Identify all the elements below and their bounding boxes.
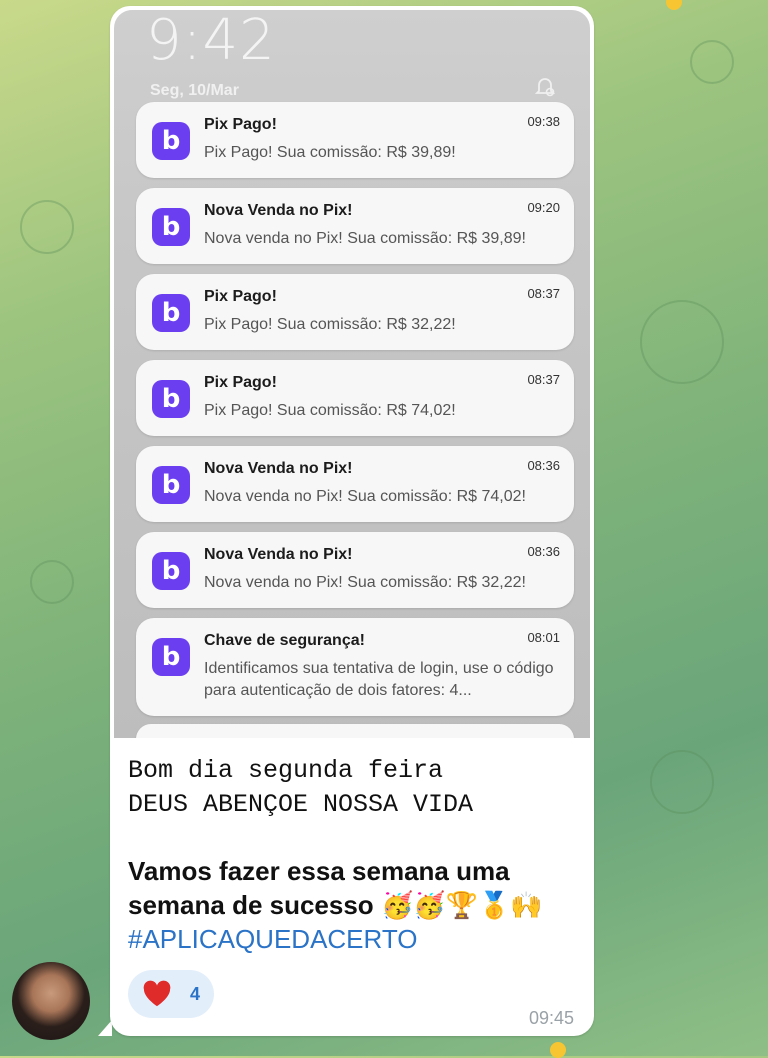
notification-title: Nova Venda no Pix! [204, 546, 353, 563]
app-logo-letter: b [161, 642, 181, 672]
lockscreen-date: Seg, 10/Mar [150, 82, 239, 99]
background-doodle [690, 40, 734, 84]
app-logo-letter: b [161, 384, 181, 414]
notification-title: Chave de segurança! [204, 632, 365, 649]
screenshot-image[interactable]: 9:42 Seg, 10/Mar b Pix Pago! 09:38 Pix Pago… [114, 10, 590, 738]
notification-time: 09:20 [527, 200, 560, 215]
heart-icon [143, 980, 171, 1007]
notification-body: Pix Pago! Sua comissão: R$ 39,89! [204, 144, 456, 161]
notification-card[interactable]: b Nova Venda no Pix! 09:20 Nova venda no Pi… [136, 188, 574, 264]
reaction-count: 4 [190, 984, 201, 1004]
hashtag-link[interactable]: #APLICAQUEDACERTO [128, 924, 417, 955]
app-logo-letter: b [161, 556, 181, 586]
notification-body: Identificamos sua tentativa de login, us… [204, 660, 554, 699]
background-doodle [30, 560, 74, 604]
notification-time: 08:36 [527, 544, 560, 559]
message-text-bold: Vamos fazer essa semana uma semana de su… [128, 854, 588, 923]
lockscreen-clock: 9:42 [146, 10, 276, 73]
notification-body: Pix Pago! Sua comissão: R$ 74,02! [204, 402, 456, 419]
background-doodle [20, 200, 74, 254]
notification-card[interactable]: b Pix Pago! 09:38 Pix Pago! Sua comissão: R… [136, 102, 574, 178]
notification-title: Pix Pago! [204, 288, 277, 305]
notification-card[interactable]: b Pix Pago! 08:37 Pix Pago! Sua comissão: R… [136, 274, 574, 350]
notification-time: 08:37 [527, 372, 560, 387]
app-logo-letter: b [161, 298, 181, 328]
notification-time: 08:37 [527, 286, 560, 301]
notification-card[interactable]: b Chave de segurança! 08:01 Identificamos s… [136, 618, 574, 716]
app-logo-icon: b [152, 552, 190, 590]
notification-title: Nova Venda no Pix! [204, 202, 353, 219]
notification-card[interactable]: b Nova Venda no Pix! 08:36 Nova venda no Pi… [136, 532, 574, 608]
app-logo-letter: b [161, 470, 181, 500]
notification-settings-icon [534, 76, 556, 98]
app-logo-letter: b [161, 126, 181, 156]
app-logo-icon: b [152, 380, 190, 418]
decoration-dot [666, 0, 682, 10]
notification-body: Pix Pago! Sua comissão: R$ 32,22! [204, 316, 456, 333]
message-text-mono: Bom dia segunda feira DEUS ABENÇOE NOSSA… [128, 756, 474, 819]
notification-time: 09:38 [527, 114, 560, 129]
background-doodle [650, 750, 714, 814]
notification-body: Nova venda no Pix! Sua comissão: R$ 32,2… [204, 574, 526, 591]
app-logo-letter: b [161, 212, 181, 242]
notification-card[interactable]: b Pix Pago! 08:37 Pix Pago! Sua comissão: R… [136, 360, 574, 436]
notification-time: 08:36 [527, 458, 560, 473]
notification-body: Nova venda no Pix! Sua comissão: R$ 74,0… [204, 488, 526, 505]
app-logo-icon: b [152, 208, 190, 246]
notification-title: Pix Pago! [204, 116, 277, 133]
app-logo-icon: b [152, 638, 190, 676]
notification-time: 08:01 [527, 630, 560, 645]
app-logo-icon: b [152, 466, 190, 504]
notification-card[interactable]: b Nova Venda no Pix! 08:36 Nova venda no Pi… [136, 446, 574, 522]
message-bubble[interactable]: 9:42 Seg, 10/Mar b Pix Pago! 09:38 Pix Pago… [110, 6, 594, 1036]
notification-card-partial [136, 724, 574, 738]
notification-body: Nova venda no Pix! Sua comissão: R$ 39,8… [204, 230, 526, 247]
app-logo-icon: b [152, 122, 190, 160]
reaction-chip[interactable]: 4 [128, 970, 214, 1018]
background-doodle [640, 300, 724, 384]
notification-title: Nova Venda no Pix! [204, 460, 353, 477]
message-timestamp: 09:45 [528, 1008, 574, 1028]
message-emojis: 🥳🥳🏆🥇🙌 [380, 891, 543, 921]
sender-avatar[interactable] [12, 962, 90, 1040]
bubble-tail [98, 1020, 112, 1036]
notification-title: Pix Pago! [204, 374, 277, 391]
app-logo-icon: b [152, 294, 190, 332]
